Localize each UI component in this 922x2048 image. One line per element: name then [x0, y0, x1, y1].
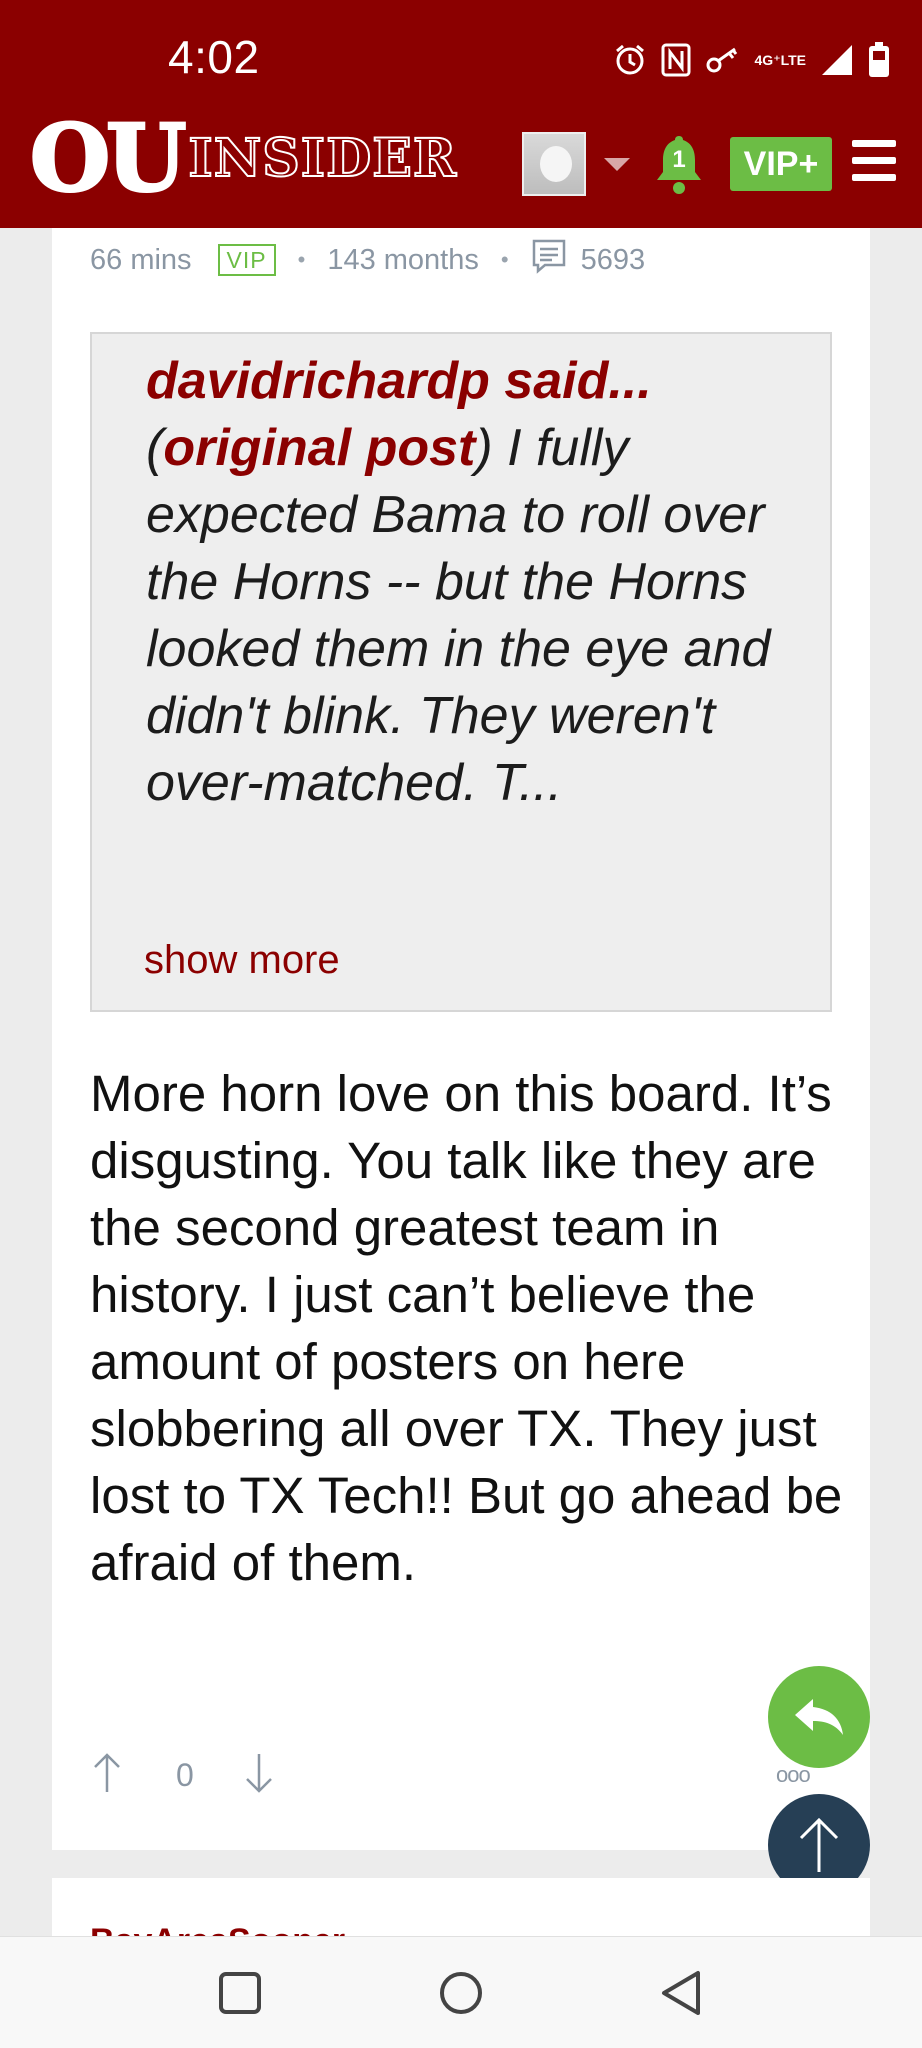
ou-insider-logo[interactable]: OU INSIDER	[28, 104, 458, 212]
comment-icon	[531, 238, 567, 282]
notification-count: 1	[672, 146, 686, 173]
post-count: 5693	[531, 238, 646, 282]
nfc-icon	[661, 43, 691, 77]
arrow-up-icon	[799, 1817, 839, 1872]
network-type-icon: 4G⁺ LTE	[754, 52, 806, 68]
alarm-icon	[613, 43, 647, 77]
back-triangle-icon[interactable]	[656, 1967, 708, 2019]
quote-author-link[interactable]: davidrichardp said...	[146, 352, 652, 410]
system-nav-bar	[0, 1936, 922, 2048]
meta-separator: •	[500, 247, 509, 272]
post-count-value: 5693	[580, 243, 646, 276]
meta-separator: •	[297, 247, 306, 272]
status-icons: 4G⁺ LTE	[613, 40, 890, 80]
notifications-bell-icon[interactable]: 1	[652, 132, 706, 196]
member-tenure: 143 months	[327, 243, 479, 276]
app-header: 4:02 4G⁺ LTE OU INSIDER 1 VIP+	[0, 0, 922, 228]
vote-count: 0	[176, 1756, 194, 1793]
user-avatar[interactable]	[522, 132, 586, 196]
quoted-post: davidrichardp said... (original post) I …	[90, 332, 832, 1012]
vip-badge: VIP	[217, 244, 276, 276]
quote-open-paren: (	[146, 419, 164, 477]
vote-controls: 0	[90, 1748, 276, 1802]
downvote-arrow-icon[interactable]	[242, 1752, 276, 1799]
vpn-key-icon	[705, 45, 741, 75]
battery-icon	[868, 42, 890, 78]
quote-content: ) I fully expected Bama to roll over the…	[146, 419, 771, 812]
show-more-link[interactable]: show more	[144, 938, 340, 983]
vip-plus-button[interactable]: VIP+	[730, 137, 832, 191]
original-post-link[interactable]: original post	[163, 419, 475, 477]
post-meta: 66 mins VIP • 143 months • 5693	[90, 238, 646, 282]
reply-arrow-icon	[795, 1699, 843, 1735]
logo-insider: INSIDER	[187, 127, 458, 190]
home-circle-icon[interactable]	[435, 1967, 487, 2019]
logo-ou: OU	[28, 104, 187, 212]
post-body: More horn love on this board. It’s disgu…	[90, 1065, 843, 1591]
reply-fab[interactable]	[768, 1666, 870, 1768]
post-time: 66 mins	[90, 243, 192, 276]
hamburger-menu-icon[interactable]	[852, 140, 896, 184]
upvote-arrow-icon[interactable]	[90, 1752, 124, 1799]
recents-square-icon[interactable]	[214, 1967, 266, 2019]
status-time: 4:02	[168, 31, 260, 83]
quote-text: davidrichardp said... (original post) I …	[146, 348, 796, 817]
signal-icon	[820, 43, 854, 77]
chevron-down-icon[interactable]	[604, 158, 630, 171]
